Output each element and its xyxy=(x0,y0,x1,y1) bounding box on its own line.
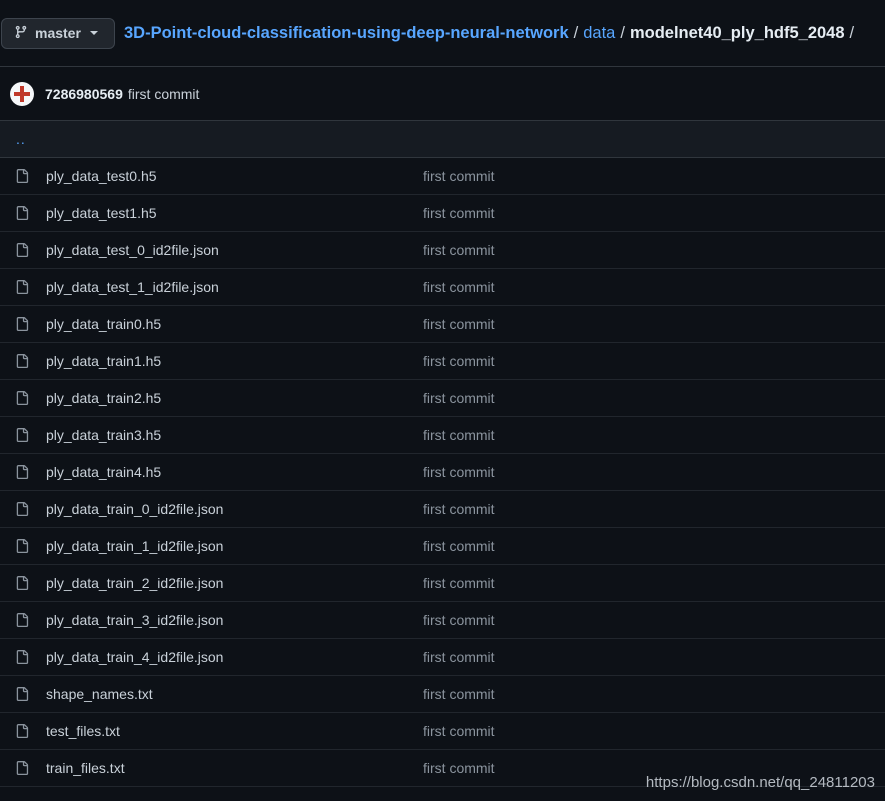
file-row[interactable]: ply_data_test_1_id2file.json first commit xyxy=(0,269,885,306)
file-name-link[interactable]: ply_data_train4.h5 xyxy=(46,464,161,480)
file-commit-message[interactable]: first commit xyxy=(423,723,495,739)
commit-author[interactable]: 7286980569 xyxy=(45,86,123,102)
file-icon xyxy=(15,279,31,295)
file-icon xyxy=(15,760,31,776)
file-icon xyxy=(15,427,31,443)
file-row[interactable]: ply_data_train_4_id2file.json first commi… xyxy=(0,639,885,676)
file-row[interactable]: ply_data_train2.h5 first commit xyxy=(0,380,885,417)
file-icon xyxy=(15,575,31,591)
git-branch-icon xyxy=(14,25,28,42)
file-row[interactable]: test_files.txt first commit xyxy=(0,713,885,750)
breadcrumb-folder-link[interactable]: data xyxy=(583,24,615,43)
file-name-link[interactable]: shape_names.txt xyxy=(46,686,153,702)
file-icon xyxy=(15,686,31,702)
file-commit-message[interactable]: first commit xyxy=(423,760,495,776)
file-name-link[interactable]: ply_data_train_1_id2file.json xyxy=(46,538,223,554)
file-icon xyxy=(15,242,31,258)
file-name-link[interactable]: train_files.txt xyxy=(46,760,125,776)
file-commit-message[interactable]: first commit xyxy=(423,205,495,221)
file-commit-message[interactable]: first commit xyxy=(423,686,495,702)
file-commit-message[interactable]: first commit xyxy=(423,316,495,332)
file-name-link[interactable]: ply_data_test1.h5 xyxy=(46,205,157,221)
file-icon xyxy=(15,168,31,184)
breadcrumb-separator: / xyxy=(573,23,579,42)
breadcrumb: 3D-Point-cloud-classification-using-deep… xyxy=(124,24,859,43)
file-icon xyxy=(15,353,31,369)
file-commit-message[interactable]: first commit xyxy=(423,353,495,369)
watermark: https://blog.csdn.net/qq_24811203 xyxy=(645,774,875,791)
file-row[interactable]: ply_data_train3.h5 first commit xyxy=(0,417,885,454)
file-name-link[interactable]: ply_data_test_0_id2file.json xyxy=(46,242,219,258)
file-commit-message[interactable]: first commit xyxy=(423,390,495,406)
file-commit-message[interactable]: first commit xyxy=(423,242,495,258)
file-name-link[interactable]: ply_data_train3.h5 xyxy=(46,427,161,443)
file-row[interactable]: ply_data_test1.h5 first commit xyxy=(0,195,885,232)
file-icon xyxy=(15,538,31,554)
commit-message[interactable]: first commit xyxy=(128,86,200,102)
branch-label: master xyxy=(35,25,81,41)
file-commit-message[interactable]: first commit xyxy=(423,612,495,628)
file-name-link[interactable]: ply_data_train_0_id2file.json xyxy=(46,501,223,517)
file-list: ply_data_test0.h5 first commit ply_data_te… xyxy=(0,158,885,787)
file-row[interactable]: ply_data_test0.h5 first commit xyxy=(0,158,885,195)
file-icon xyxy=(15,501,31,517)
file-name-link[interactable]: ply_data_test0.h5 xyxy=(46,168,157,184)
file-commit-message[interactable]: first commit xyxy=(423,538,495,554)
avatar[interactable] xyxy=(10,81,34,106)
file-commit-message[interactable]: first commit xyxy=(423,168,495,184)
latest-commit-bar: 7286980569 first commit xyxy=(0,67,885,121)
file-commit-message[interactable]: first commit xyxy=(423,649,495,665)
file-row[interactable]: ply_data_train4.h5 first commit xyxy=(0,454,885,491)
file-icon xyxy=(15,205,31,221)
parent-directory-row[interactable]: .. xyxy=(0,121,885,158)
file-row[interactable]: ply_data_test_0_id2file.json first commit xyxy=(0,232,885,269)
breadcrumb-separator: / xyxy=(849,23,855,42)
file-icon xyxy=(15,649,31,665)
file-name-link[interactable]: ply_data_train_4_id2file.json xyxy=(46,649,223,665)
file-commit-message[interactable]: first commit xyxy=(423,501,495,517)
file-row[interactable]: ply_data_train_0_id2file.json first commi… xyxy=(0,491,885,528)
file-commit-message[interactable]: first commit xyxy=(423,279,495,295)
file-icon xyxy=(15,723,31,739)
file-row[interactable]: ply_data_train1.h5 first commit xyxy=(0,343,885,380)
file-name-link[interactable]: ply_data_train_3_id2file.json xyxy=(46,612,223,628)
file-commit-message[interactable]: first commit xyxy=(423,464,495,480)
breadcrumb-repo-link[interactable]: 3D-Point-cloud-classification-using-deep… xyxy=(124,24,569,43)
file-icon xyxy=(15,612,31,628)
file-icon xyxy=(15,464,31,480)
top-bar: master 3D-Point-cloud-classification-usi… xyxy=(0,0,885,67)
file-name-link[interactable]: ply_data_train0.h5 xyxy=(46,316,161,332)
chevron-down-icon xyxy=(89,31,98,35)
parent-directory-link[interactable]: .. xyxy=(16,131,26,147)
file-icon xyxy=(15,316,31,332)
file-commit-message[interactable]: first commit xyxy=(423,427,495,443)
breadcrumb-current: modelnet40_ply_hdf5_2048 xyxy=(629,23,845,42)
branch-select-button[interactable]: master xyxy=(1,17,115,49)
file-row[interactable]: ply_data_train0.h5 first commit xyxy=(0,306,885,343)
file-row[interactable]: ply_data_train_1_id2file.json first commi… xyxy=(0,528,885,565)
file-row[interactable]: ply_data_train_3_id2file.json first commi… xyxy=(0,602,885,639)
file-name-link[interactable]: ply_data_train2.h5 xyxy=(46,390,161,406)
file-commit-message[interactable]: first commit xyxy=(423,575,495,591)
file-name-link[interactable]: test_files.txt xyxy=(46,723,120,739)
breadcrumb-separator: / xyxy=(620,23,625,42)
file-icon xyxy=(15,390,31,406)
file-row[interactable]: ply_data_train_2_id2file.json first commi… xyxy=(0,565,885,602)
file-name-link[interactable]: ply_data_train1.h5 xyxy=(46,353,161,369)
file-name-link[interactable]: ply_data_train_2_id2file.json xyxy=(46,575,223,591)
file-row[interactable]: shape_names.txt first commit xyxy=(0,676,885,713)
file-name-link[interactable]: ply_data_test_1_id2file.json xyxy=(46,279,219,295)
